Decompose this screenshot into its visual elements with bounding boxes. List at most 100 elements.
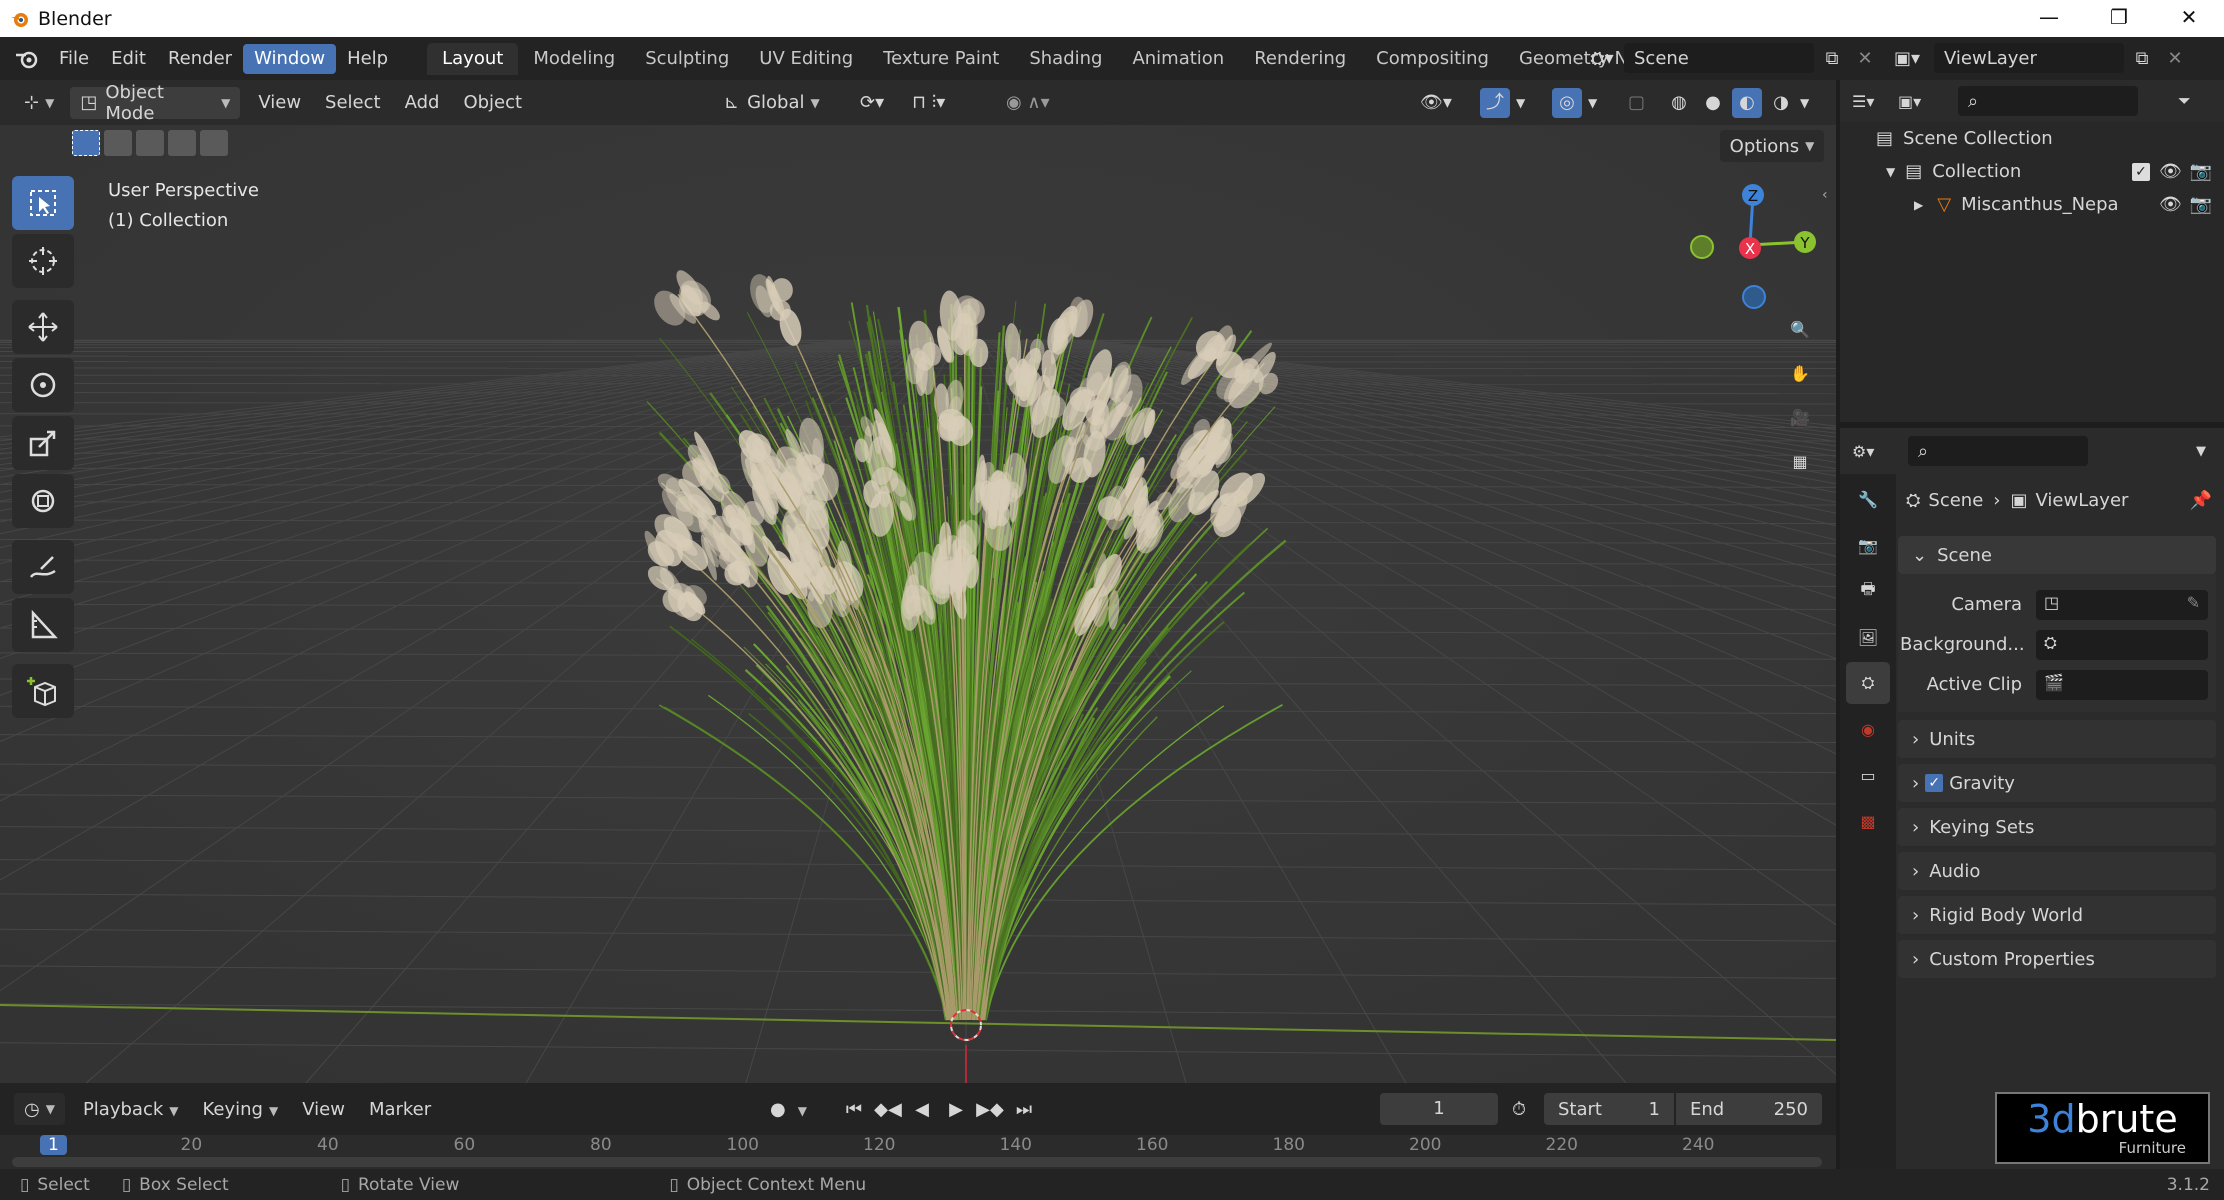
gravity-checkbox[interactable]: ✓: [1925, 774, 1944, 792]
outliner-scene-collection[interactable]: ▤ Scene Collection: [1840, 122, 2224, 155]
panel-rigid-body-world[interactable]: › Rigid Body World: [1898, 896, 2216, 934]
menu-file[interactable]: File: [48, 44, 100, 74]
add-cube-tool-icon[interactable]: [12, 664, 74, 718]
object-eye-icon[interactable]: 👁: [2159, 194, 2182, 215]
transform-orientation-dropdown[interactable]: ⊾ Global ▼: [714, 86, 844, 119]
select-extend-icon[interactable]: [104, 130, 132, 156]
menu-edit[interactable]: Edit: [100, 44, 157, 74]
filter-icon[interactable]: ⏷: [2178, 91, 2191, 111]
rotate-tool-icon[interactable]: [12, 358, 74, 412]
panel-custom-properties[interactable]: › Custom Properties: [1898, 940, 2216, 978]
active-clip-field[interactable]: 🎬: [2036, 670, 2208, 700]
close-button[interactable]: ✕: [2154, 0, 2224, 37]
play-icon[interactable]: ▶: [942, 1099, 970, 1120]
eye-icon[interactable]: 👁: [2159, 161, 2182, 182]
menu-help[interactable]: Help: [336, 44, 399, 74]
end-frame-field[interactable]: End 250: [1676, 1093, 1822, 1125]
viewlayer-name-field[interactable]: ViewLayer: [1934, 43, 2124, 73]
3d-viewport[interactable]: Z Y X 🔍 ✋ 🎥 ▦ ‹: [0, 125, 1836, 1083]
outliner-search-input[interactable]: ⌕: [1958, 86, 2138, 116]
tab-layout[interactable]: Layout: [427, 42, 519, 75]
pin-icon[interactable]: 📌: [2190, 490, 2212, 511]
move-tool-icon[interactable]: [12, 300, 74, 354]
snap-icon[interactable]: ⊓ ⫶▾: [912, 92, 945, 113]
maximize-button[interactable]: ❐: [2084, 0, 2154, 37]
outliner-editor-type-icon[interactable]: ☰▾: [1852, 92, 1898, 111]
camera-view-icon[interactable]: 🎥: [1778, 395, 1822, 439]
pan-hand-icon[interactable]: ✋: [1778, 351, 1822, 395]
shading-dropdown-chevron[interactable]: ▼: [1800, 88, 1809, 118]
prev-keyframe-icon[interactable]: ◆◀: [874, 1099, 902, 1120]
timeline-ruler[interactable]: 1 20 40 60 80 100 120 140 160 180 200 220 240: [0, 1135, 1836, 1169]
menu-render[interactable]: Render: [157, 44, 243, 74]
blender-menu-icon[interactable]: [14, 48, 40, 70]
next-keyframe-icon[interactable]: ▶◆: [976, 1099, 1004, 1120]
solid-shading-icon[interactable]: ●: [1698, 88, 1728, 118]
view-layer-tab-icon[interactable]: 🖼: [1846, 616, 1890, 658]
new-viewlayer-icon[interactable]: ⧉: [2124, 48, 2160, 69]
play-reverse-icon[interactable]: ◀: [908, 1099, 936, 1120]
tab-modeling[interactable]: Modeling: [518, 43, 630, 75]
outliner-object[interactable]: ▶ ▽ Miscanthus_Nepa 👁 📷: [1840, 188, 2224, 221]
timeline-menu-playback[interactable]: Playback ▼: [71, 1099, 191, 1120]
timeline-editor-type[interactable]: ◷ ▼: [14, 1093, 65, 1125]
timeline-scrollbar[interactable]: [12, 1157, 1822, 1167]
measure-tool-icon[interactable]: [12, 598, 74, 652]
output-tab-icon[interactable]: 🖶: [1846, 570, 1890, 612]
sidebar-toggle-icon[interactable]: ‹: [1822, 187, 1828, 203]
viewport-menu-object[interactable]: Object: [451, 92, 534, 113]
gizmo-toggle-icon[interactable]: ⤴: [1480, 87, 1510, 118]
viewport-menu-view[interactable]: View: [246, 92, 313, 113]
properties-search-input[interactable]: ⌕: [1908, 436, 2088, 466]
select-subtract-icon[interactable]: [136, 130, 164, 156]
exclude-checkbox[interactable]: ✓: [2132, 162, 2150, 181]
gizmo-neg-z-icon[interactable]: [1742, 285, 1766, 309]
jump-end-icon[interactable]: ⏭: [1010, 1099, 1038, 1120]
world-tab-icon[interactable]: ◉: [1846, 708, 1890, 750]
select-box-tool-icon[interactable]: [12, 176, 74, 230]
annotate-tool-icon[interactable]: [12, 540, 74, 594]
scene-tab-icon[interactable]: ⛭: [1846, 662, 1890, 704]
pivot-point-icon[interactable]: ⟳▾: [860, 92, 884, 113]
tab-animation[interactable]: Animation: [1117, 43, 1239, 75]
viewport-menu-select[interactable]: Select: [313, 92, 393, 113]
preview-range-icon[interactable]: ⏱: [1512, 1099, 1526, 1120]
editor-type-dropdown[interactable]: ⊹ ▼: [14, 86, 65, 119]
properties-editor-type-icon[interactable]: ⚙▾: [1852, 442, 1902, 461]
minimize-button[interactable]: —: [2014, 0, 2084, 37]
remove-viewlayer-icon[interactable]: ✕: [2160, 48, 2190, 69]
start-frame-field[interactable]: Start 1: [1544, 1093, 1674, 1125]
panel-scene[interactable]: ⌄ Scene: [1898, 536, 2216, 574]
tab-texture-paint[interactable]: Texture Paint: [868, 43, 1014, 75]
perspective-grid-icon[interactable]: ▦: [1778, 439, 1822, 483]
panel-gravity[interactable]: › ✓ Gravity: [1898, 764, 2216, 802]
scene-name-field[interactable]: Scene: [1624, 43, 1814, 73]
tab-sculpting[interactable]: Sculpting: [630, 43, 744, 75]
proportional-edit-icon[interactable]: ◉ ∧▾: [1006, 92, 1050, 113]
tab-shading[interactable]: Shading: [1014, 43, 1117, 75]
timeline-menu-keying[interactable]: Keying ▼: [191, 1099, 291, 1120]
jump-start-icon[interactable]: ⏮: [840, 1099, 868, 1120]
properties-options-chevron[interactable]: ▼: [2196, 444, 2206, 459]
overlays-toggle-icon[interactable]: ◎: [1552, 87, 1582, 118]
scene-selector-icon[interactable]: ⛭▾: [1580, 48, 1624, 69]
navigation-gizmo[interactable]: Z Y X: [1680, 175, 1820, 315]
tab-compositing[interactable]: Compositing: [1361, 43, 1504, 75]
scale-tool-icon[interactable]: [12, 416, 74, 470]
outliner-collection[interactable]: ▼ ▤ Collection ✓ 👁 📷: [1840, 155, 2224, 188]
wireframe-shading-icon[interactable]: ◍: [1664, 88, 1694, 118]
background-scene-field[interactable]: ⛭: [2036, 630, 2208, 660]
gizmo-dropdown-chevron[interactable]: ▼: [1516, 96, 1525, 110]
transform-tool-icon[interactable]: [12, 474, 74, 528]
current-frame-field[interactable]: 1: [1380, 1093, 1498, 1125]
auto-keying-icon[interactable]: ● ▼: [770, 1099, 807, 1120]
tool-tab-icon[interactable]: 🔧: [1846, 478, 1890, 520]
remove-scene-icon[interactable]: ✕: [1850, 48, 1880, 69]
cursor-tool-icon[interactable]: [12, 234, 74, 288]
zoom-icon[interactable]: 🔍: [1778, 307, 1822, 351]
mode-dropdown[interactable]: ◳ Object Mode ▼: [70, 82, 241, 124]
eyedropper-icon[interactable]: ✎: [2187, 593, 2200, 612]
panel-keying-sets[interactable]: › Keying Sets: [1898, 808, 2216, 846]
timeline-menu-marker[interactable]: Marker: [357, 1099, 443, 1120]
visibility-icon[interactable]: 👁▾: [1420, 92, 1452, 113]
